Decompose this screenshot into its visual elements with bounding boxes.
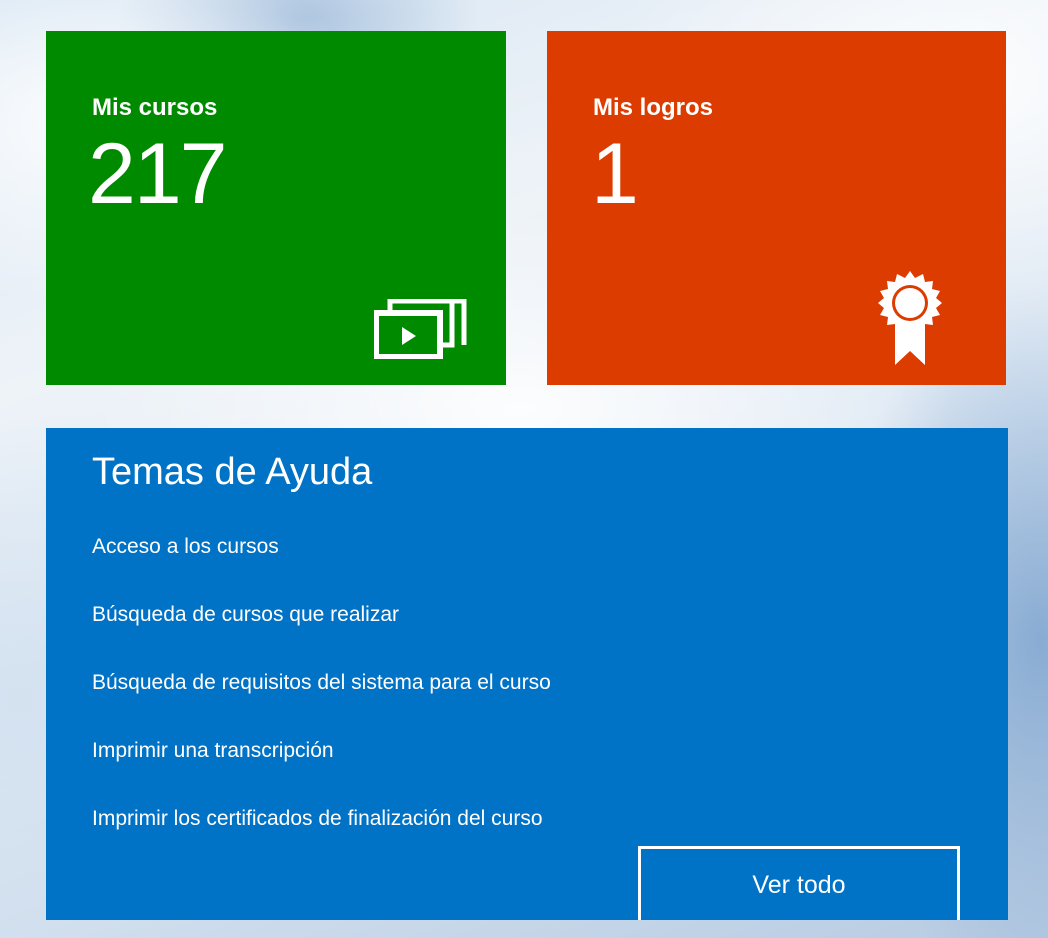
my-courses-tile[interactable]: Mis cursos 217 — [46, 31, 506, 385]
my-achievements-count: 1 — [591, 126, 639, 222]
help-topic-item: Búsqueda de cursos que realizar — [92, 602, 551, 670]
page: Mis cursos 217 Mis logros 1 Temas de Ayu… — [0, 0, 1048, 938]
help-topic-item: Imprimir una transcripción — [92, 738, 551, 806]
help-topic-link[interactable]: Imprimir los certificados de finalizació… — [92, 807, 543, 830]
help-topic-link[interactable]: Imprimir una transcripción — [92, 739, 334, 762]
help-topic-link[interactable]: Acceso a los cursos — [92, 535, 279, 558]
award-ribbon-icon — [878, 271, 942, 365]
my-achievements-tile[interactable]: Mis logros 1 — [547, 31, 1006, 385]
view-all-button[interactable]: Ver todo — [638, 846, 960, 920]
help-topics-title: Temas de Ayuda — [92, 451, 373, 493]
help-topic-item: Búsqueda de requisitos del sistema para … — [92, 670, 551, 738]
help-topics-list: Acceso a los cursos Búsqueda de cursos q… — [92, 534, 551, 874]
my-courses-count: 217 — [88, 126, 227, 222]
help-topic-item: Imprimir los certificados de finalizació… — [92, 806, 551, 874]
help-topic-link[interactable]: Búsqueda de requisitos del sistema para … — [92, 671, 551, 694]
help-topic-link[interactable]: Búsqueda de cursos que realizar — [92, 603, 399, 626]
help-topic-item: Acceso a los cursos — [92, 534, 551, 602]
help-topics-panel: Temas de Ayuda Acceso a los cursos Búsqu… — [46, 428, 1008, 920]
video-playlist-icon — [374, 299, 467, 359]
